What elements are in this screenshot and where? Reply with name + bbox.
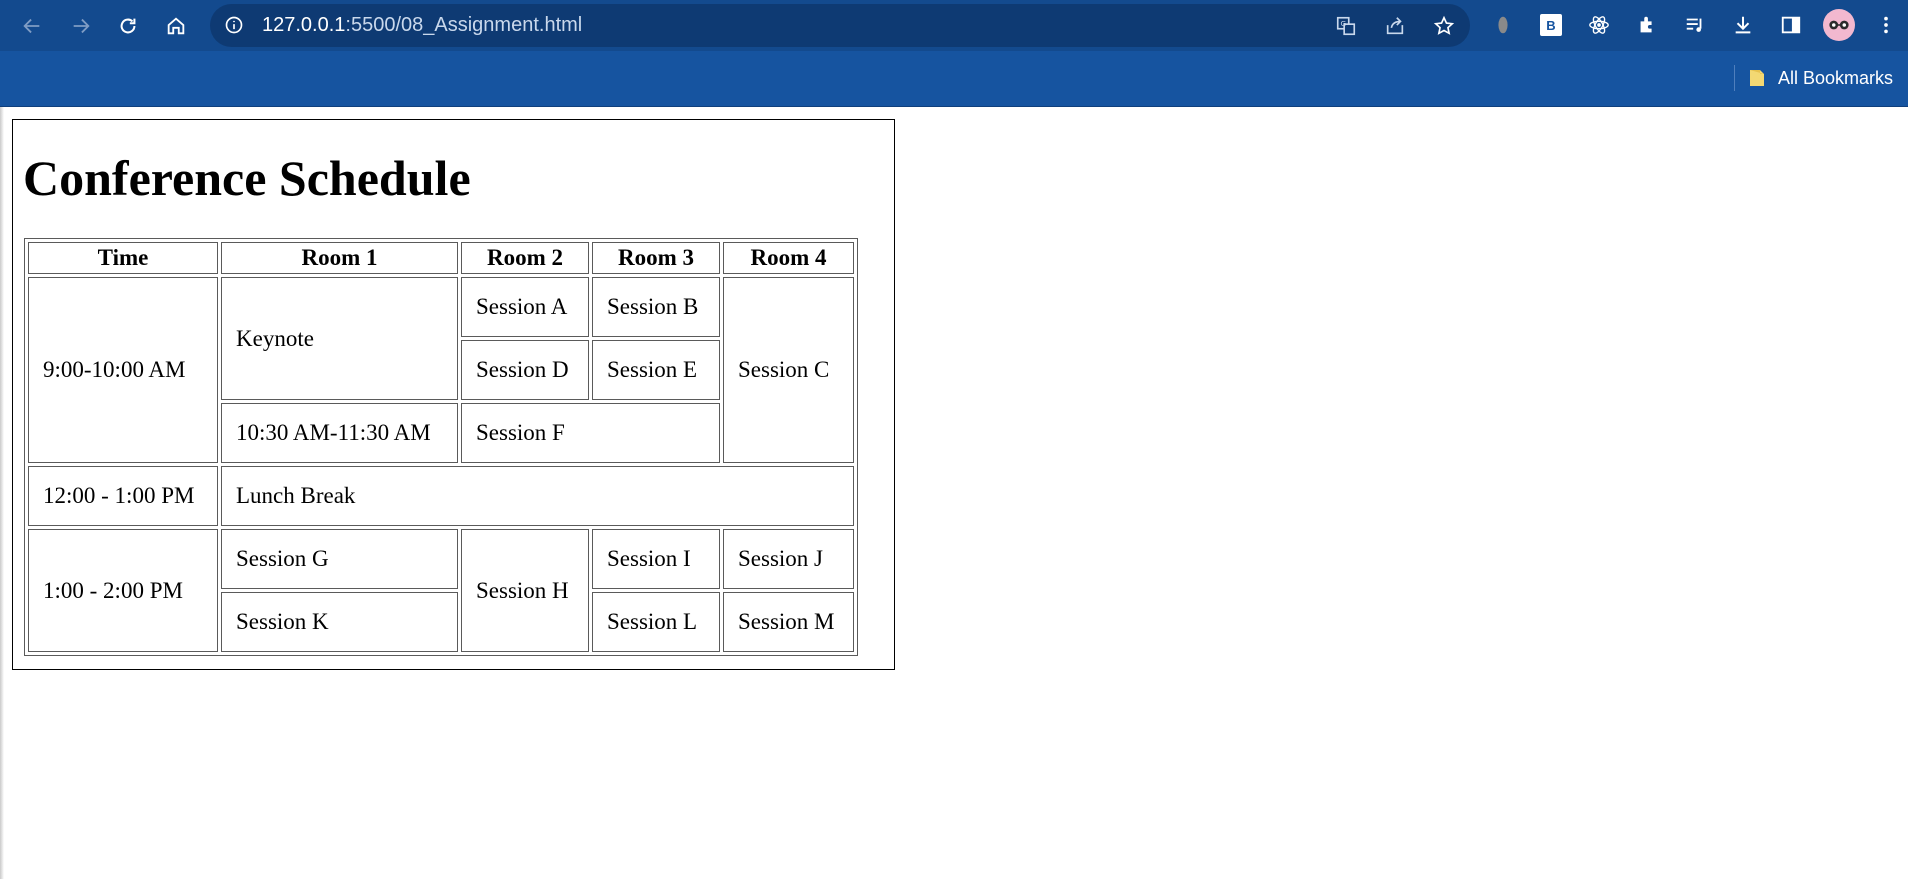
lunch-break-cell: Lunch Break [221,466,854,526]
translate-icon: G [1336,16,1356,36]
reload-button[interactable] [112,10,144,42]
profile-avatar[interactable] [1823,9,1855,41]
info-icon [225,16,243,34]
all-bookmarks-label: All Bookmarks [1778,67,1894,88]
time-cell: 1:00 - 2:00 PM [28,529,218,652]
table-row: 9:00-10:00 AM Keynote Session A Session … [28,277,854,463]
url-path: :5500/08_Assignment.html [345,14,583,36]
session-cell: Session D [461,340,589,400]
address-bar[interactable]: 127.0.0.1:5500/08_Assignment.html G [210,4,1470,47]
extension-capsule-button[interactable] [1490,12,1516,38]
star-icon [1433,15,1455,35]
downloads-button[interactable] [1730,12,1756,38]
url-text[interactable]: 127.0.0.1:5500/08_Assignment.html [262,14,582,36]
table-row: 1:00 - 2:00 PM Session G Session H Sessi… [28,529,854,652]
bookmarks-bar: All Bookmarks [0,51,1908,106]
share-icon [1386,17,1404,35]
download-icon [1735,16,1751,34]
extensions-button[interactable] [1634,12,1660,38]
bookmark-folder-icon [1750,70,1764,86]
browser-menu-button[interactable] [1873,12,1899,38]
extension-b-button[interactable]: B [1538,12,1564,38]
avatar-glasses-icon [1829,20,1849,30]
session-cell: Session C [723,277,854,463]
page-viewport: Conference Schedule Time Room 1 Room 2 R… [0,107,1908,879]
extension-react-button[interactable] [1586,12,1612,38]
bookmark-star-button[interactable] [1432,14,1456,38]
arrow-right-icon [73,18,90,34]
session-cell: Session I [592,529,720,589]
header-room-3: Room 3 [592,242,720,274]
browser-toolbar: 127.0.0.1:5500/08_Assignment.html G B [0,0,1908,51]
reload-icon [120,18,136,34]
header-room-4: Room 4 [723,242,854,274]
playlist-icon [1686,18,1702,32]
keynote-cell: Keynote [221,277,458,400]
home-button[interactable] [160,10,192,42]
header-room-1: Room 1 [221,242,458,274]
site-info-button[interactable] [224,15,244,35]
time-cell: 9:00-10:00 AM [28,277,218,463]
puzzle-icon [1640,16,1652,33]
side-panel-button[interactable] [1778,12,1804,38]
session-cell: Session H [461,529,589,652]
translate-button[interactable]: G [1334,14,1358,38]
extension-b-label: B [1540,14,1562,36]
session-cell: Session G [221,529,458,589]
schedule-table: Time Room 1 Room 2 Room 3 Room 4 9:00-10… [24,238,858,656]
media-controls-button[interactable] [1682,12,1708,38]
page-title: Conference Schedule [23,150,471,206]
back-button[interactable] [16,10,48,42]
session-cell: Session J [723,529,854,589]
capsule-icon [1498,16,1508,34]
session-cell: Session B [592,277,720,337]
page-frame: Conference Schedule Time Room 1 Room 2 R… [12,119,895,670]
arrow-left-icon [23,18,40,34]
header-room-2: Room 2 [461,242,589,274]
session-cell: Session K [221,592,458,652]
session-cell: Session A [461,277,589,337]
time-cell: 10:30 AM-11:30 AM [221,403,458,463]
table-row: 12:00 - 1:00 PM Lunch Break [28,466,854,526]
all-bookmarks-button[interactable]: All Bookmarks [1748,65,1893,91]
bookmarks-divider [1734,65,1735,91]
forward-button[interactable] [65,10,97,42]
session-cell: Session L [592,592,720,652]
time-cell: 12:00 - 1:00 PM [28,466,218,526]
window-edge-shadow [0,107,4,879]
session-cell: Session M [723,592,854,652]
share-button[interactable] [1383,14,1407,38]
session-cell: Session E [592,340,720,400]
table-header-row: Time Room 1 Room 2 Room 3 Room 4 [28,242,854,274]
side-panel-icon [1781,16,1801,34]
url-host: 127.0.0.1 [262,14,346,36]
browser-chrome: 127.0.0.1:5500/08_Assignment.html G B Al… [0,0,1908,107]
home-icon [167,17,185,35]
session-cell: Session F [461,403,720,463]
svg-text:G: G [1341,19,1347,28]
header-time: Time [28,242,218,274]
react-atom-icon [1589,16,1609,34]
kebab-menu-icon [1884,16,1888,34]
